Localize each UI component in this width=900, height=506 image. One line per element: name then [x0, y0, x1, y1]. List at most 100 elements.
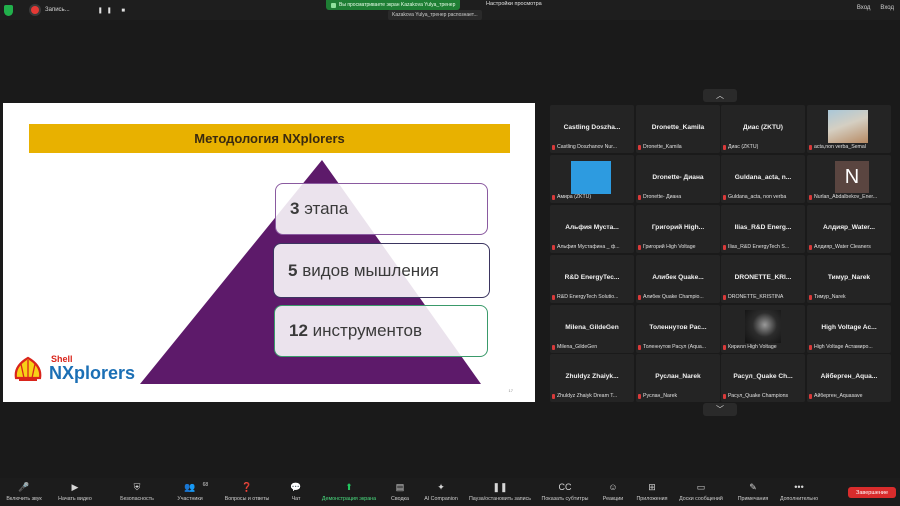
mic-muted-icon	[809, 244, 812, 250]
participant-label-text: Алдияр_Water Cleaners	[814, 244, 871, 250]
toolbar-whiteboards-button[interactable]: ▭ Доски сообщений	[679, 482, 723, 502]
toolbar-more-button[interactable]: ••• Дополнительно	[780, 482, 818, 502]
participant-name: High Voltage Ac...	[821, 324, 877, 331]
recording-group: Запись... ❚❚ ■	[4, 3, 129, 17]
toolbar-label: Пауза/остановить запись	[468, 496, 532, 502]
participant-name: Альфия Муста...	[565, 224, 619, 231]
gallery-scroll-up-button[interactable]: ︿	[703, 89, 737, 102]
participant-tile[interactable]: Айберген_Aqua... Айберген_Aquasave	[807, 354, 891, 402]
toolbar-reactions-button[interactable]: ☺ Реакции	[603, 482, 623, 502]
video-off-icon: ▶	[71, 482, 79, 492]
participant-tile[interactable]: Альфия Муста... Альфия Мустафина _ ф...	[550, 205, 634, 253]
participant-tile[interactable]: Тимур_Narek Тимур_Narek	[807, 255, 891, 303]
participant-label-text: Руслан_Narek	[643, 393, 678, 399]
toolbar-mic-off-button[interactable]: 🎤 Включить звук	[6, 482, 41, 502]
participant-tile[interactable]: Диас (ZKTU) Диас (ZKTU)	[721, 105, 805, 153]
participant-tile[interactable]: DRONETTE_KRI... DRONETTE_KRISTINA	[721, 255, 805, 303]
mic-muted-icon	[552, 144, 555, 150]
participant-name: Расул_Quake Ch...	[733, 373, 793, 380]
mic-muted-icon	[809, 294, 812, 300]
chat-icon: 💬	[290, 482, 302, 492]
mic-muted-icon	[552, 294, 555, 300]
participant-name: Guldana_acta, n...	[734, 174, 792, 181]
toolbar-label: Включить звук	[6, 496, 42, 502]
participant-label: Амира (ZKTU)	[552, 194, 632, 200]
participant-label-text: Альфия Мустафина _ ф...	[557, 244, 620, 250]
participant-label: Zhuldyz Zhaiyk Dream T...	[552, 393, 632, 399]
participant-tile[interactable]: Castling Doszha... Castling Doszhanov Nur…	[550, 105, 634, 153]
enter-button[interactable]: Вход	[857, 5, 871, 11]
toolbar-qa-button[interactable]: ❓ Вопросы и ответы	[225, 482, 270, 502]
participant-tile[interactable]: High Voltage Ac... High Voltage Астамиро.…	[807, 305, 891, 353]
toolbar-label: Начать видео	[58, 496, 92, 502]
participant-label: Григорий High Voltage	[638, 244, 718, 250]
participant-tile[interactable]: Алибек Quake... Алибек Quake Champio...	[636, 255, 720, 303]
toolbar-video-off-button[interactable]: ▶ Начать видео	[58, 482, 92, 502]
toolbar-participants-button[interactable]: 👥 68 Участники	[177, 482, 208, 502]
toolbar-label: Демонстрация экрана	[321, 496, 377, 502]
recording-label: Запись...	[45, 7, 70, 13]
participant-name: Григорий High...	[651, 224, 705, 231]
participant-tile[interactable]: Ilias_R&D Energ... Ilias_R&D EnergyTech S…	[721, 205, 805, 253]
reactions-icon: ☺	[608, 482, 618, 492]
participant-tile[interactable]: Dronette_Kamila Dronette_Kamila	[636, 105, 720, 153]
participant-label: R&D EnergyTech Solutio...	[552, 294, 632, 300]
participant-label-text: Диас (ZKTU)	[728, 144, 759, 150]
participant-name: R&D EnergyTec...	[564, 274, 620, 281]
participant-tile[interactable]: N Nurlan_Abdalbekov_Ener...	[807, 155, 891, 203]
participant-tile[interactable]: acta,non verba_Semal	[807, 105, 891, 153]
mic-muted-icon	[723, 144, 726, 150]
participant-label: Алдияр_Water Cleaners	[809, 244, 889, 250]
toolbar-label: Приложения	[636, 496, 668, 502]
recording-controls[interactable]: ❚❚ ■	[98, 7, 129, 14]
toolbar-label: Сводка	[391, 496, 409, 502]
toolbar-summary-button[interactable]: ▤ Сводка	[391, 482, 409, 502]
participant-label-text: Тимур_Narek	[814, 294, 846, 300]
toolbar-notes-button[interactable]: ✎ Примечания	[738, 482, 769, 502]
toolbar-cc-button[interactable]: CC Показать субтитры	[542, 482, 589, 502]
participant-label-text: Толеннутов Расул (Aqua...	[643, 344, 707, 350]
participant-video	[828, 110, 868, 143]
participant-label: Nurlan_Abdalbekov_Ener...	[809, 194, 889, 200]
end-meeting-button[interactable]: Завершение	[848, 487, 896, 498]
participant-tile[interactable]: Григорий High... Григорий High Voltage	[636, 205, 720, 253]
participant-tile[interactable]: Амира (ZKTU)	[550, 155, 634, 203]
view-options-button[interactable]: Настройки просмотра	[486, 1, 542, 7]
participant-name: Руслан_Narek	[655, 373, 701, 380]
participant-tile[interactable]: Guldana_acta, n... Guldana_acta, non verb…	[721, 155, 805, 203]
participant-name: Толеннутов Рас...	[649, 324, 707, 331]
participant-label-text: Nurlan_Abdalbekov_Ener...	[814, 194, 878, 200]
participant-tile[interactable]: Алдияр_Water... Алдияр_Water Cleaners	[807, 205, 891, 253]
participant-tile[interactable]: Кирилл High Voltage	[721, 305, 805, 353]
toolbar-label: Вопросы и ответы	[224, 496, 270, 502]
toolbar-apps-button[interactable]: ⊞ Приложения	[637, 482, 668, 502]
mic-muted-icon	[809, 344, 812, 350]
slide-item-2-number: 5	[288, 260, 298, 280]
participant-tile[interactable]: Расул_Quake Ch... Расул_Quake Champions	[721, 354, 805, 402]
participants-icon: 👥	[184, 482, 196, 492]
toolbar-share-screen-button[interactable]: ⬆ Демонстрация экрана	[322, 482, 376, 502]
toolbar-label: Показать субтитры	[541, 496, 589, 502]
participant-label: Диас (ZKTU)	[723, 144, 803, 150]
participant-tile[interactable]: Milena_GildeGen Milena_GildeGen	[550, 305, 634, 353]
participant-label-text: Zhuldyz Zhaiyk Dream T...	[557, 393, 618, 399]
toolbar-chat-button[interactable]: 💬 Чат	[290, 482, 301, 502]
toolbar-label: Безопасность	[120, 496, 154, 502]
participant-tile[interactable]: Руслан_Narek Руслан_Narek	[636, 354, 720, 402]
participant-tile[interactable]: R&D EnergyTec... R&D EnergyTech Solutio..…	[550, 255, 634, 303]
fullscreen-button[interactable]: Вход	[880, 5, 894, 11]
toolbar-pause-record-button[interactable]: ❚❚ Пауза/остановить запись	[469, 482, 531, 502]
slide-item-1-number: 3	[290, 199, 300, 218]
toolbar-ai-companion-button[interactable]: ✦ AI Companion	[424, 482, 458, 502]
toolbar-shield-button[interactable]: ⛨ Безопасность	[120, 482, 154, 502]
participant-tile[interactable]: Zhuldyz Zhaiyk... Zhuldyz Zhaiyk Dream T.…	[550, 354, 634, 402]
participant-tile[interactable]: Толеннутов Рас... Толеннутов Расул (Aqua.…	[636, 305, 720, 353]
participant-tile[interactable]: Dronette- Диана Dronette- Диана	[636, 155, 720, 203]
mic-muted-icon	[638, 194, 641, 200]
more-icon: •••	[794, 482, 804, 492]
toolbar-label: Участники	[177, 496, 203, 502]
security-shield-icon[interactable]	[4, 4, 13, 16]
participant-name: DRONETTE_KRI...	[734, 274, 792, 281]
gallery-scroll-down-button[interactable]: ﹀	[703, 403, 737, 416]
toolbar-label: AI Companion	[424, 496, 458, 502]
